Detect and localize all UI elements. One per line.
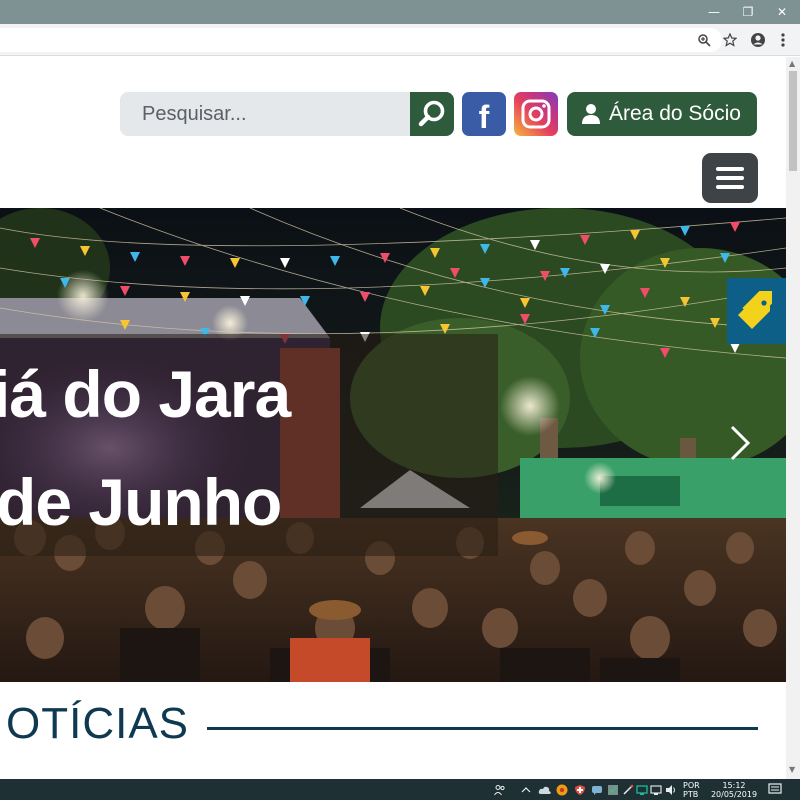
- banner-caption-box: iá do Jara de Junho: [0, 334, 498, 556]
- security-check-icon[interactable]: [607, 784, 619, 796]
- instagram-icon: [521, 99, 551, 129]
- promo-tag-button[interactable]: [727, 278, 786, 344]
- browser-toolbar: [0, 24, 800, 56]
- hero-banner[interactable]: iá do Jara de Junho: [0, 208, 786, 682]
- cloud-icon[interactable]: [538, 785, 552, 795]
- member-area-label: Área do Sócio: [609, 102, 741, 125]
- member-area-button[interactable]: Área do Sócio: [567, 92, 757, 136]
- scroll-down-arrow-icon[interactable]: ▼: [789, 765, 795, 774]
- bookmark-star-icon[interactable]: [720, 30, 740, 50]
- people-icon[interactable]: [494, 784, 506, 796]
- shield-app-icon[interactable]: [574, 784, 586, 796]
- chevron-right-icon: [730, 425, 751, 461]
- kebab-menu-icon[interactable]: [773, 30, 793, 50]
- facebook-button[interactable]: f: [462, 92, 506, 136]
- news-section-title: OTÍCIAS: [6, 699, 190, 748]
- price-tag-icon: [738, 289, 774, 329]
- language-code: POR: [683, 781, 700, 790]
- tray-chevron-up-icon[interactable]: [521, 785, 531, 795]
- search-button[interactable]: [410, 92, 454, 136]
- account-icon[interactable]: [748, 30, 768, 50]
- minimize-button[interactable]: —: [697, 0, 731, 24]
- keyboard-layout: PTB: [683, 790, 699, 799]
- notifications-icon[interactable]: [768, 783, 782, 796]
- maximize-button[interactable]: ❐: [731, 0, 765, 24]
- chat-bubble-icon[interactable]: [591, 784, 603, 796]
- volume-icon[interactable]: [665, 784, 677, 796]
- clock-date: 20/05/2019: [710, 790, 758, 799]
- pen-tablet-icon[interactable]: [622, 784, 634, 796]
- antivirus-icon[interactable]: [556, 784, 568, 796]
- banner-caption-line2: de Junho: [0, 465, 282, 539]
- window-title-bar: — ❐ ✕: [0, 0, 800, 24]
- close-button[interactable]: ✕: [765, 0, 799, 24]
- hamburger-menu-button[interactable]: [702, 153, 758, 203]
- clock[interactable]: 15:12 20/05/2019: [708, 781, 760, 799]
- network-icon[interactable]: [650, 784, 662, 796]
- next-slide-button[interactable]: [722, 418, 756, 468]
- news-divider: [207, 727, 758, 730]
- address-bar[interactable]: [0, 28, 722, 52]
- search-input[interactable]: [120, 92, 412, 136]
- instagram-button[interactable]: [514, 92, 558, 136]
- user-icon: [582, 104, 600, 124]
- facebook-icon: f: [478, 99, 490, 135]
- page-viewport: f Área do Sócio: [0, 57, 786, 779]
- scroll-up-arrow-icon[interactable]: ▲: [789, 59, 795, 68]
- windows-taskbar: POR PTB 15:12 20/05/2019: [0, 779, 800, 800]
- page-scrollbar[interactable]: ▲ ▼: [786, 57, 800, 779]
- banner-caption-line1: iá do Jara: [0, 357, 291, 431]
- clock-time: 15:12: [722, 781, 746, 790]
- display-icon[interactable]: [636, 784, 648, 796]
- zoom-icon[interactable]: [694, 30, 714, 50]
- scrollbar-thumb[interactable]: [789, 71, 797, 171]
- language-indicator[interactable]: POR PTB: [683, 781, 700, 799]
- search-box: [120, 92, 412, 136]
- search-icon: [418, 100, 445, 127]
